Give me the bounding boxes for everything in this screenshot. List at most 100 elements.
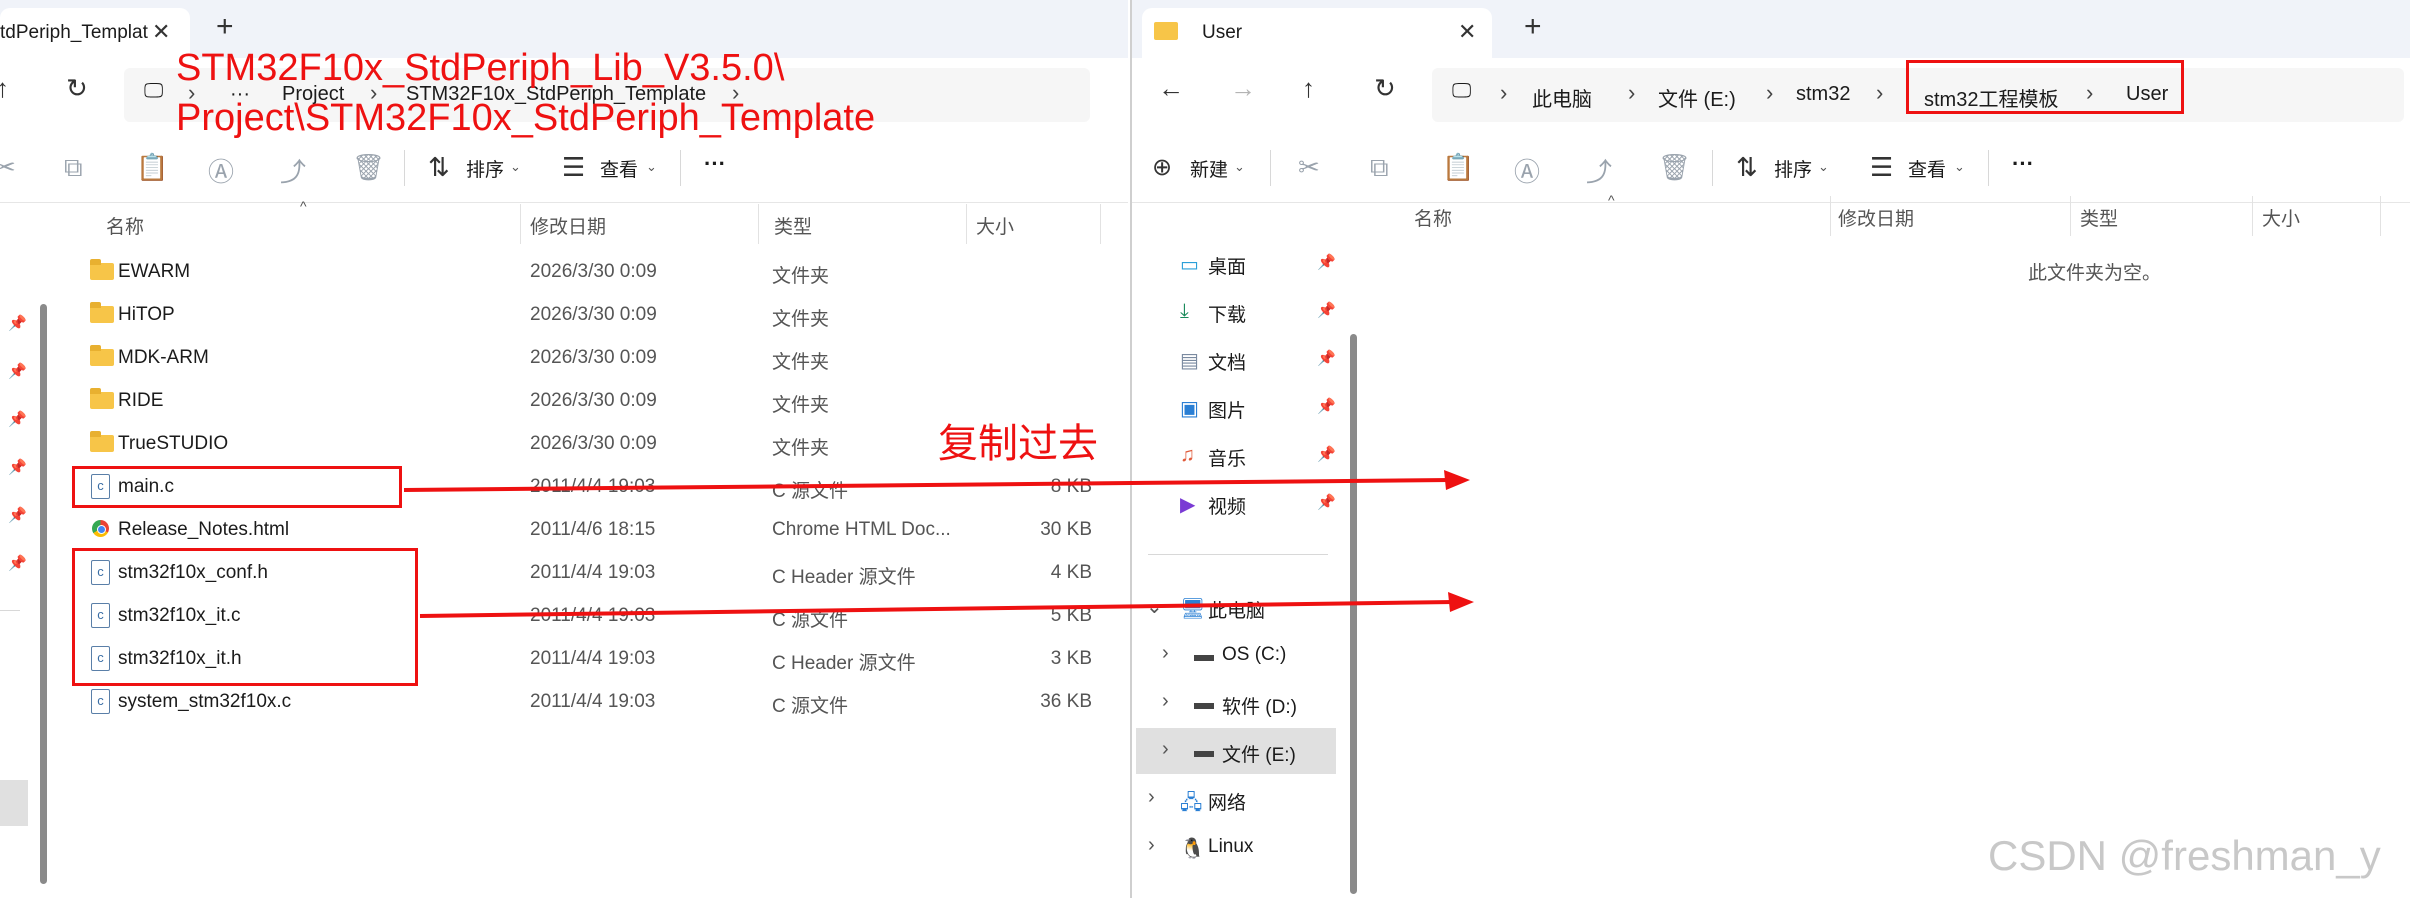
- file-type: 文件夹: [772, 438, 830, 459]
- nav-item-quick-access[interactable]: ▶ 视频 📌: [1132, 480, 1350, 526]
- column-divider[interactable]: [2380, 196, 2381, 236]
- cut-icon[interactable]: ✂: [1298, 152, 1320, 183]
- more-options-button[interactable]: ···: [2012, 151, 2034, 177]
- chevron-right-icon[interactable]: ›: [1162, 690, 1169, 713]
- column-divider[interactable]: [1100, 204, 1101, 244]
- breadcrumb-drive-e[interactable]: 文件 (E:): [1658, 83, 1736, 112]
- pin-icon[interactable]: 📌: [1317, 397, 1336, 415]
- view-icon[interactable]: ☰: [1870, 152, 1893, 183]
- column-header-date[interactable]: 修改日期: [530, 212, 606, 239]
- close-icon[interactable]: ✕: [152, 19, 170, 45]
- copy-icon[interactable]: ⧉: [1370, 152, 1389, 184]
- sort-icon[interactable]: ⇅: [1736, 152, 1758, 183]
- nav-item-linux[interactable]: › 🐧 Linux: [1132, 824, 1350, 870]
- column-header-sort-caret: ^: [1608, 192, 1615, 208]
- nav-scrollbar[interactable]: [1350, 334, 1357, 894]
- refresh-icon[interactable]: ↻: [66, 73, 88, 104]
- delete-icon[interactable]: 🗑: [352, 152, 385, 183]
- column-divider[interactable]: [520, 204, 521, 244]
- file-date: 2011/4/6 18:15: [530, 519, 656, 540]
- sort-button[interactable]: 排序: [1774, 155, 1812, 182]
- forward-arrow-icon[interactable]: →: [1230, 73, 1256, 104]
- file-name: EWARM: [118, 261, 191, 282]
- column-divider[interactable]: [966, 204, 967, 244]
- pin-icon[interactable]: 📌: [1317, 445, 1336, 463]
- up-arrow-icon[interactable]: ↑: [0, 73, 9, 104]
- copy-icon[interactable]: ⧉: [64, 152, 83, 184]
- pin-icon[interactable]: 📌: [1317, 349, 1336, 367]
- share-icon[interactable]: ⤴: [1586, 152, 1612, 189]
- new-button[interactable]: 新建: [1190, 155, 1228, 182]
- cut-icon[interactable]: ✂: [0, 152, 16, 183]
- nav-item-quick-access[interactable]: ▣ 图片 📌: [1132, 384, 1350, 430]
- column-header-type[interactable]: 类型: [774, 212, 812, 239]
- file-row[interactable]: MDK-ARM 2026/3/30 0:09 文件夹: [0, 336, 1128, 379]
- nav-item-quick-access[interactable]: ♫ 音乐 📌: [1132, 432, 1350, 478]
- new-tab-icon[interactable]: +: [1524, 10, 1542, 44]
- right-nav-pane: ▭ 桌面 📌 ⤓ 下载 📌 ▤ 文档 📌 ▣ 图片 📌 ♫ 音乐 📌 ▶ 视频 📌 ⌄ 🖥 此电脑 › ▬ OS …: [1132, 204, 1357, 898]
- paste-icon[interactable]: 📋: [1442, 152, 1474, 183]
- column-header-name[interactable]: 名称: [106, 212, 144, 239]
- breadcrumb-this-pc[interactable]: 此电脑: [1532, 83, 1592, 112]
- chevron-right-icon[interactable]: ›: [1148, 786, 1155, 809]
- file-date: 2011/4/4 19:03: [530, 648, 656, 669]
- column-header-name[interactable]: 名称: [1414, 204, 1452, 231]
- file-row[interactable]: HiTOP 2026/3/30 0:09 文件夹: [0, 293, 1128, 336]
- nav-item-quick-access[interactable]: ▤ 文档 📌: [1132, 336, 1350, 382]
- right-tab[interactable]: User ✕: [1142, 8, 1492, 58]
- new-icon[interactable]: ⊕: [1152, 153, 1172, 182]
- sort-button[interactable]: 排序: [466, 155, 504, 182]
- file-date: 2011/4/4 19:03: [530, 476, 656, 497]
- file-row[interactable]: Release_Notes.html 2011/4/6 18:15 Chrome H…: [0, 508, 1128, 551]
- close-icon[interactable]: ✕: [1458, 19, 1476, 45]
- toolbar-divider: [1270, 150, 1271, 186]
- back-arrow-icon[interactable]: ←: [1158, 73, 1184, 104]
- nav-item-network[interactable]: › 🖧 网络: [1132, 776, 1350, 822]
- network-icon: 🖧: [1180, 792, 1203, 814]
- column-divider[interactable]: [1830, 196, 1831, 236]
- chevron-right-icon[interactable]: ›: [1148, 834, 1155, 857]
- c-file-icon: c: [91, 689, 110, 714]
- rename-icon[interactable]: Ⓐ: [1514, 152, 1540, 189]
- more-options-button[interactable]: ···: [704, 151, 726, 177]
- paste-icon[interactable]: 📋: [136, 152, 168, 183]
- refresh-icon[interactable]: ↻: [1374, 73, 1396, 104]
- pin-icon[interactable]: 📌: [1317, 253, 1336, 271]
- sort-icon[interactable]: ⇅: [428, 152, 450, 183]
- nav-item-quick-access[interactable]: ▭ 桌面 📌: [1132, 240, 1350, 286]
- share-icon[interactable]: ⤴: [280, 152, 306, 189]
- file-row[interactable]: c system_stm32f10x.c 2011/4/4 19:03 C 源文件 36…: [0, 680, 1128, 723]
- pin-icon[interactable]: 📌: [1317, 493, 1336, 511]
- pin-icon[interactable]: 📌: [1317, 301, 1336, 319]
- nav-item-this-pc[interactable]: ⌄ 🖥 此电脑: [1132, 584, 1350, 630]
- nav-item-drive-c[interactable]: › ▬ OS (C:): [1132, 632, 1350, 678]
- column-divider[interactable]: [2252, 196, 2253, 236]
- left-tab[interactable]: tdPeriph_Templat ✕: [0, 8, 190, 58]
- delete-icon[interactable]: 🗑: [1658, 152, 1691, 183]
- column-divider[interactable]: [2070, 196, 2071, 236]
- chevron-right-icon[interactable]: ›: [1162, 738, 1169, 761]
- chevron-right-icon[interactable]: ›: [1162, 642, 1169, 665]
- view-button[interactable]: 查看: [1908, 155, 1946, 182]
- up-arrow-icon[interactable]: ↑: [1302, 73, 1315, 104]
- nav-item-drive-d[interactable]: › ▬ 软件 (D:): [1132, 680, 1350, 726]
- rename-icon[interactable]: Ⓐ: [208, 152, 234, 189]
- nav-label: 软件 (D:): [1222, 697, 1297, 718]
- right-tab-strip: User ✕ +: [1132, 0, 2410, 58]
- file-row[interactable]: RIDE 2026/3/30 0:09 文件夹: [0, 379, 1128, 422]
- file-size: 36 KB: [1040, 691, 1092, 712]
- new-tab-icon[interactable]: +: [216, 10, 234, 44]
- view-icon[interactable]: ☰: [562, 152, 585, 183]
- chevron-down-icon[interactable]: ⌄: [1146, 594, 1163, 619]
- view-button[interactable]: 查看: [600, 155, 638, 182]
- breadcrumb-stm32[interactable]: stm32: [1796, 83, 1850, 106]
- nav-item-drive-e[interactable]: › ▬ 文件 (E:): [1136, 728, 1336, 774]
- selected-nav-item[interactable]: [0, 780, 28, 826]
- column-header-date[interactable]: 修改日期: [1838, 204, 1914, 231]
- column-divider[interactable]: [758, 204, 759, 244]
- column-header-size[interactable]: 大小: [2262, 204, 2300, 231]
- column-header-size[interactable]: 大小: [976, 212, 1014, 239]
- column-header-type[interactable]: 类型: [2080, 204, 2118, 231]
- file-row[interactable]: EWARM 2026/3/30 0:09 文件夹: [0, 250, 1128, 293]
- nav-item-quick-access[interactable]: ⤓ 下载 📌: [1132, 288, 1350, 334]
